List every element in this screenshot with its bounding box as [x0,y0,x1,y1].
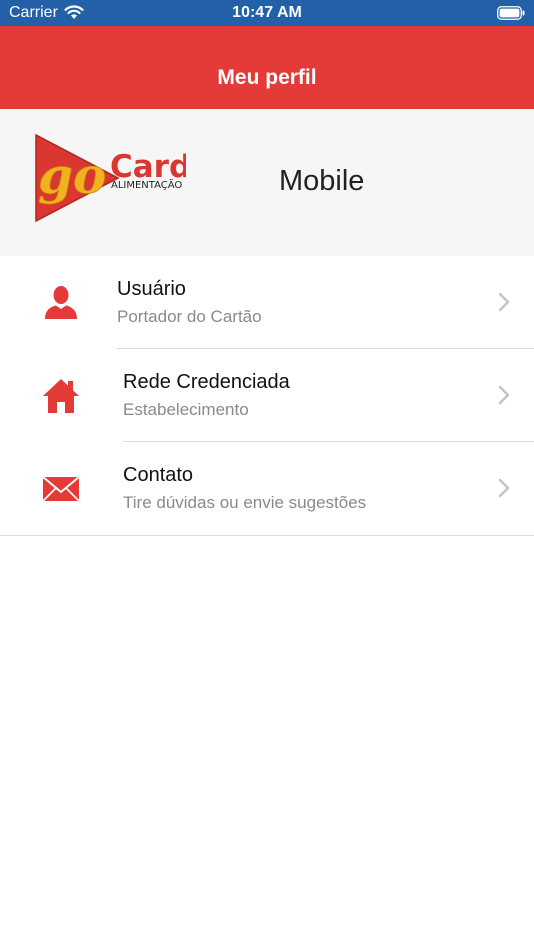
gocard-logo: go Card ALIMENTAÇÃO [35,133,186,223]
page-title: Meu perfil [217,66,317,89]
profile-menu: Usuário Portador do Cartão Rede Credenci… [0,256,534,535]
menu-item-subtitle: Portador do Cartão [117,307,262,326]
menu-item-title: Rede Credenciada [123,371,290,393]
mail-icon [42,476,80,502]
svg-text:go: go [38,146,106,205]
chevron-right-icon [498,292,510,312]
menu-item-usuario[interactable]: Usuário Portador do Cartão [0,256,534,349]
list-bottom-divider [0,535,534,536]
profile-header: go Card ALIMENTAÇÃO Mobile [0,109,534,256]
clock: 10:47 AM [232,4,302,21]
menu-item-title: Usuário [117,278,186,300]
status-bar: Carrier 10:47 AM [0,0,534,26]
menu-item-title: Contato [123,464,194,486]
menu-item-contato[interactable]: Contato Tire dúvidas ou envie sugestões [0,442,534,535]
header-label: Mobile [279,165,365,197]
nav-bar: Meu perfil [0,26,534,109]
menu-item-rede-credenciada[interactable]: Rede Credenciada Estabelecimento [0,349,534,442]
battery-icon [497,6,525,20]
chevron-right-icon [498,385,510,405]
user-icon [45,286,77,319]
svg-text:ALIMENTAÇÃO: ALIMENTAÇÃO [111,178,182,191]
menu-item-subtitle: Tire dúvidas ou envie sugestões [123,493,367,512]
menu-item-subtitle: Estabelecimento [123,400,249,419]
chevron-right-icon [498,478,510,498]
home-icon [43,379,79,413]
